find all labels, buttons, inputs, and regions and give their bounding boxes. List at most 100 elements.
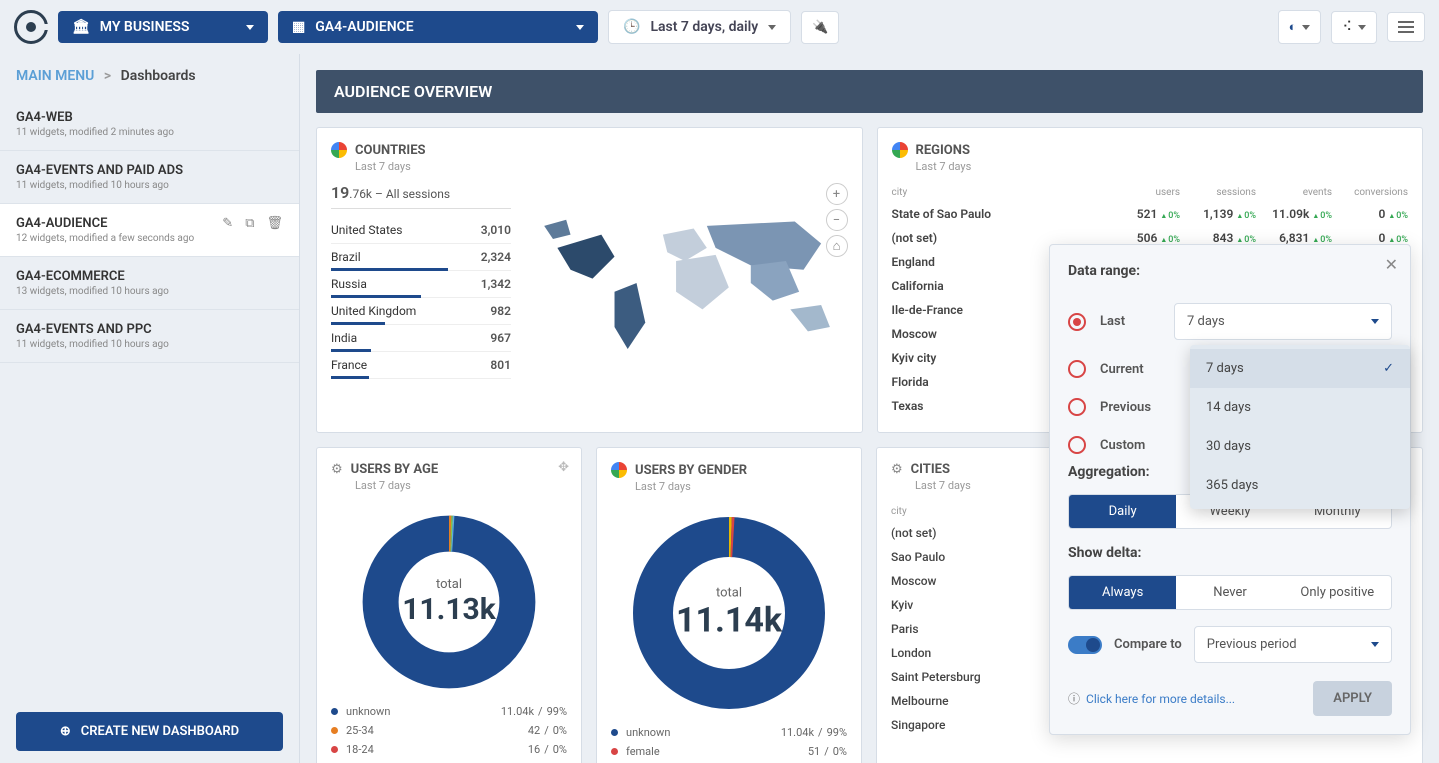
sidebar-item-meta: 11 widgets, modified 2 minutes ago [16, 127, 283, 138]
dropdown-option[interactable]: 365 days [1190, 466, 1410, 505]
legend-name: unknown [626, 726, 781, 739]
country-name: Brazil [331, 250, 361, 264]
app-logo [14, 10, 48, 44]
compare-select[interactable]: Previous period [1194, 626, 1392, 663]
world-map[interactable]: + − ⌂ [531, 183, 848, 387]
col-conversions: conversions [1332, 187, 1408, 198]
country-row[interactable]: Brazil2,324 [331, 244, 511, 271]
map-zoom-out[interactable]: − [826, 209, 848, 231]
segment-daily[interactable]: Daily [1069, 495, 1176, 528]
country-name: India [331, 331, 357, 345]
info-link[interactable]: ⓘ Click here for more details... [1068, 690, 1235, 707]
radio-previous[interactable] [1068, 398, 1086, 416]
age-legend: unknown11.04k/99%25-3442/0%18-2416/0%35-… [331, 702, 567, 763]
breadcrumb: MAIN MENU > Dashboards [0, 54, 299, 98]
sidebar-item[interactable]: ✎⧉🗑GA4-AUDIENCE12 widgets, modified a fe… [0, 204, 299, 257]
share-button[interactable]: ⠪ [1331, 11, 1377, 44]
gender-widget: USERS BY GENDER Last 7 days total 11.14k [596, 447, 862, 763]
check-icon: ✓ [1383, 361, 1394, 376]
create-dashboard-button[interactable]: ⊕ CREATE NEW DASHBOARD [16, 712, 283, 751]
region-conversions: 00% [1332, 231, 1408, 245]
legend-values: 16/0% [528, 743, 567, 756]
map-home[interactable]: ⌂ [826, 235, 848, 257]
country-row[interactable]: Russia 1,342 [331, 271, 511, 298]
breadcrumb-current: Dashboards [121, 68, 196, 84]
chevron-down-icon [1302, 25, 1310, 30]
range-dropdown: 7 days✓14 days30 days365 days [1190, 345, 1410, 509]
country-value: 801 [490, 358, 511, 372]
delta-title: Show delta: [1068, 545, 1392, 561]
move-icon[interactable]: ✥ [558, 460, 569, 475]
ga-icon [611, 462, 627, 478]
close-icon[interactable]: ✕ [1385, 255, 1398, 274]
age-donut: total 11.13k [359, 512, 539, 692]
radio-label-current: Current [1100, 362, 1160, 377]
col-city: city [892, 187, 1105, 198]
radio-custom[interactable] [1068, 436, 1086, 454]
region-sessions: 8430% [1180, 231, 1256, 245]
range-select[interactable]: 7 days [1174, 303, 1392, 340]
edit-icon[interactable]: ✎ [222, 216, 233, 231]
segment-never[interactable]: Never [1176, 576, 1283, 609]
chevron-down-icon [1371, 319, 1379, 324]
legend-values: 11.04k/99% [781, 726, 847, 739]
dropdown-option[interactable]: 14 days [1190, 388, 1410, 427]
sidebar-item-name: GA4-EVENTS AND PPC [16, 322, 283, 337]
business-selector[interactable]: 🏛 MY BUSINESS [58, 11, 268, 43]
country-name: Russia [331, 277, 367, 291]
col-users: users [1104, 187, 1180, 198]
context-selector[interactable]: ▦ GA4-AUDIENCE [278, 11, 598, 43]
country-row[interactable]: India967 [331, 325, 511, 352]
copy-icon[interactable]: ⧉ [245, 216, 254, 231]
legend-name: unknown [346, 705, 501, 718]
daterange-selector[interactable]: 🕒 Last 7 days, daily [608, 10, 791, 44]
sidebar-item[interactable]: GA4-EVENTS AND PPC11 widgets, modified 1… [0, 310, 299, 363]
map-zoom-in[interactable]: + [826, 183, 848, 205]
country-row[interactable]: United States3,010 [331, 217, 511, 244]
donut-label: total [676, 586, 782, 601]
regions-row[interactable]: State of Sao Paulo5210%1,1390%11.09k0%00… [892, 202, 1409, 226]
country-row[interactable]: France801 [331, 352, 511, 379]
apply-button[interactable]: APPLY [1313, 681, 1392, 716]
chevron-down-icon [1358, 25, 1366, 30]
country-total: 19.76k – All sessions [331, 183, 511, 209]
compare-toggle[interactable] [1068, 636, 1102, 654]
country-value: 982 [490, 304, 511, 318]
delete-icon[interactable]: 🗑 [266, 216, 283, 231]
segment-always[interactable]: Always [1069, 576, 1176, 609]
connections-button[interactable]: 🔌 [801, 11, 839, 44]
hamburger-icon [1398, 21, 1414, 33]
country-value: 1,342 [481, 277, 511, 291]
sidebar-item[interactable]: GA4-EVENTS AND PAID ADS11 widgets, modif… [0, 151, 299, 204]
region-users: 5060% [1104, 231, 1180, 245]
radio-last[interactable] [1068, 313, 1086, 331]
chevron-down-icon [246, 25, 254, 30]
sidebar-item-name: GA4-EVENTS AND PAID ADS [16, 163, 283, 178]
dropdown-option[interactable]: 7 days✓ [1190, 349, 1410, 388]
chevron-down-icon [1371, 642, 1379, 647]
country-row[interactable]: United Kingdom982 [331, 298, 511, 325]
clock-icon: 🕒 [623, 19, 640, 35]
donut-value: 11.14k [676, 601, 782, 641]
legend-dot [331, 746, 338, 753]
gear-icon[interactable]: ⚙ [331, 462, 343, 477]
segment-only-positive[interactable]: Only positive [1284, 576, 1391, 609]
sidebar-item[interactable]: GA4-WEB11 widgets, modified 2 minutes ag… [0, 98, 299, 151]
legend-name: 18-24 [346, 743, 528, 756]
region-name: State of Sao Paulo [892, 207, 1105, 221]
region-sessions: 1,1390% [1180, 207, 1256, 221]
theme-button[interactable]: ◐ [1278, 10, 1322, 44]
legend-row: 25-3442/0% [331, 721, 567, 740]
plus-icon: ⊕ [60, 724, 71, 739]
sidebar-item[interactable]: GA4-ECOMMERCE13 widgets, modified 10 hou… [0, 257, 299, 310]
donut-value: 11.13k [402, 592, 496, 627]
breadcrumb-main-menu[interactable]: MAIN MENU [16, 68, 94, 84]
radio-label-previous: Previous [1100, 400, 1160, 415]
dropdown-option[interactable]: 30 days [1190, 427, 1410, 466]
sidebar: MAIN MENU > Dashboards GA4-WEB11 widgets… [0, 54, 300, 763]
radio-current[interactable] [1068, 360, 1086, 378]
gear-icon[interactable]: ⚙ [891, 462, 903, 477]
menu-button[interactable] [1387, 12, 1425, 42]
business-label: MY BUSINESS [100, 19, 190, 35]
legend-values: 42/0% [528, 724, 567, 737]
